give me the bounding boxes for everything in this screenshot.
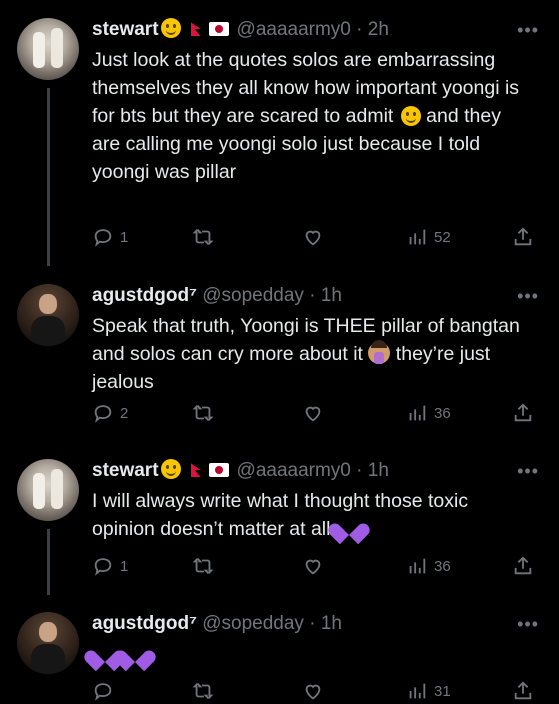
tweet-text: Just look at the quotes solos are embarr… bbox=[92, 46, 532, 186]
purple-heart-emoji bbox=[336, 515, 362, 539]
views-button[interactable]: 36 bbox=[406, 400, 451, 426]
like-icon bbox=[305, 230, 321, 246]
views-count: 36 bbox=[434, 404, 451, 422]
tweet-header: agustdgod⁷ @sopedday · 1h bbox=[92, 612, 342, 636]
views-icon bbox=[409, 229, 426, 245]
avatar[interactable] bbox=[17, 18, 79, 80]
share-button[interactable] bbox=[512, 553, 534, 579]
handle[interactable]: @aaaaarmy0 bbox=[237, 460, 351, 481]
action-bar: 1 36 bbox=[92, 553, 537, 579]
share-button[interactable] bbox=[512, 224, 534, 250]
retweet-button[interactable] bbox=[192, 553, 220, 579]
reply-count: 1 bbox=[120, 228, 129, 246]
reply-button[interactable] bbox=[92, 678, 120, 704]
japan-flag bbox=[208, 22, 229, 36]
reply-button[interactable]: 2 bbox=[92, 400, 128, 426]
reply-count: 1 bbox=[120, 557, 129, 575]
display-name[interactable]: stewart bbox=[92, 19, 159, 40]
retweet-button[interactable] bbox=[192, 678, 220, 704]
more-icon[interactable]: ••• bbox=[517, 286, 539, 307]
retweet-icon bbox=[192, 229, 214, 245]
share-icon bbox=[514, 227, 532, 246]
japan-flag bbox=[208, 463, 229, 477]
like-button[interactable] bbox=[302, 400, 330, 426]
like-button[interactable] bbox=[302, 678, 330, 704]
smile-emoji bbox=[160, 18, 181, 38]
avatar[interactable] bbox=[17, 284, 79, 346]
reply-icon bbox=[94, 558, 112, 576]
retweet-button[interactable] bbox=[192, 400, 220, 426]
action-bar: 1 52 bbox=[92, 224, 537, 250]
tweet-text-part: I will always write what I thought those… bbox=[92, 490, 469, 540]
nepal-flag bbox=[190, 463, 201, 477]
reply-icon bbox=[94, 229, 112, 247]
display-name[interactable]: agustdgod⁷ bbox=[92, 613, 197, 634]
views-icon bbox=[409, 683, 426, 699]
thread-line bbox=[47, 88, 50, 266]
more-icon[interactable]: ••• bbox=[517, 461, 539, 482]
display-name[interactable]: stewart bbox=[92, 460, 159, 481]
retweet-icon bbox=[192, 683, 214, 699]
reply-button[interactable]: 1 bbox=[92, 553, 128, 579]
share-icon bbox=[514, 403, 532, 422]
timestamp[interactable]: 2h bbox=[368, 19, 389, 40]
timestamp[interactable]: 1h bbox=[368, 460, 389, 481]
reply-button[interactable]: 1 bbox=[92, 224, 128, 250]
handle[interactable]: @sopedday bbox=[202, 613, 304, 634]
views-button[interactable]: 52 bbox=[406, 224, 451, 250]
smile-emoji bbox=[400, 106, 421, 126]
like-icon bbox=[305, 559, 321, 575]
display-name[interactable]: agustdgod⁷ bbox=[92, 285, 197, 306]
tweet-text: Speak that truth, Yoongi is THEE pillar … bbox=[92, 312, 532, 396]
avatar[interactable] bbox=[17, 612, 79, 674]
tweet-header: stewart @aaaaarmy0 · 1h bbox=[92, 459, 389, 483]
retweet-icon bbox=[192, 558, 214, 574]
timestamp[interactable]: 1h bbox=[321, 285, 342, 306]
share-icon bbox=[514, 681, 532, 700]
share-icon bbox=[514, 556, 532, 575]
like-button[interactable] bbox=[302, 224, 330, 250]
nepal-flag bbox=[190, 22, 201, 36]
smile-emoji bbox=[160, 459, 181, 479]
separator-dot: · bbox=[356, 460, 363, 481]
retweet-button[interactable] bbox=[192, 224, 220, 250]
views-icon bbox=[409, 558, 426, 574]
handle[interactable]: @sopedday bbox=[202, 285, 304, 306]
views-button[interactable]: 31 bbox=[406, 678, 451, 704]
woman-shrugging-emoji bbox=[368, 340, 391, 364]
share-button[interactable] bbox=[512, 678, 534, 704]
retweet-icon bbox=[192, 405, 214, 421]
purple-heart-emoji bbox=[122, 642, 148, 666]
timestamp[interactable]: 1h bbox=[321, 613, 342, 634]
thread-line bbox=[47, 529, 50, 595]
more-icon[interactable]: ••• bbox=[517, 614, 539, 635]
handle[interactable]: @aaaaarmy0 bbox=[237, 19, 351, 40]
views-button[interactable]: 36 bbox=[406, 553, 451, 579]
views-icon bbox=[409, 405, 426, 421]
like-icon bbox=[305, 406, 321, 422]
action-bar: 31 bbox=[92, 678, 537, 704]
reply-count: 2 bbox=[120, 404, 129, 422]
tweet-header: stewart @aaaaarmy0 · 2h bbox=[92, 18, 389, 42]
views-count: 31 bbox=[434, 682, 451, 700]
avatar[interactable] bbox=[17, 459, 79, 521]
more-icon[interactable]: ••• bbox=[517, 20, 539, 41]
like-icon bbox=[305, 684, 321, 700]
views-count: 52 bbox=[434, 228, 451, 246]
share-button[interactable] bbox=[512, 400, 534, 426]
separator-dot: · bbox=[309, 285, 316, 306]
action-bar: 2 36 bbox=[92, 400, 537, 426]
tweet-text bbox=[92, 642, 532, 670]
tweet-text: I will always write what I thought those… bbox=[92, 487, 532, 543]
reply-icon bbox=[94, 405, 112, 423]
views-count: 36 bbox=[434, 557, 451, 575]
separator-dot: · bbox=[356, 19, 363, 40]
separator-dot: · bbox=[309, 613, 316, 634]
like-button[interactable] bbox=[302, 553, 330, 579]
tweet-header: agustdgod⁷ @sopedday · 1h bbox=[92, 284, 342, 308]
reply-icon bbox=[94, 683, 112, 701]
